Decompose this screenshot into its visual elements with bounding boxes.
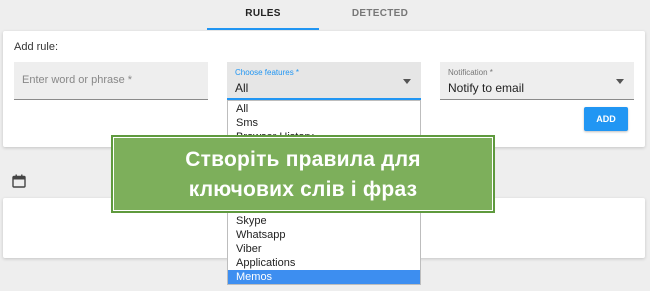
chevron-down-icon[interactable] (403, 79, 411, 84)
promo-banner: Створіть правила для ключових слів і фра… (111, 135, 495, 213)
dropdown-option-viber[interactable]: Viber (228, 242, 420, 256)
add-rule-label: Add rule: (14, 41, 59, 53)
calendar-icon[interactable] (12, 174, 26, 188)
banner-line-1: Створіть правила для (185, 148, 421, 171)
word-phrase-input[interactable]: Enter word or phrase * (14, 62, 208, 100)
banner-line-2: ключових слів і фраз (188, 178, 418, 201)
tab-detected-keywords[interactable]: DETECTED KEYWORDS (320, 0, 440, 47)
dropdown-option-sms[interactable]: Sms (228, 116, 420, 130)
dropdown-option-all[interactable]: All (228, 102, 420, 116)
features-select-label: Choose features * (235, 68, 300, 77)
features-select[interactable]: Choose features * All (227, 62, 421, 100)
chevron-down-icon[interactable] (616, 79, 624, 84)
dropdown-option-whatsapp[interactable]: Whatsapp (228, 228, 420, 242)
add-button[interactable]: ADD (584, 107, 628, 131)
notification-select-value: Notify to email (448, 81, 525, 95)
notification-select[interactable]: Notification * Notify to email (440, 62, 634, 100)
word-phrase-placeholder: Enter word or phrase * (22, 74, 133, 86)
tab-bar: RULES DETECTED KEYWORDS (0, 0, 650, 47)
notification-select-label: Notification * (448, 68, 493, 77)
dropdown-option-memos[interactable]: Memos (228, 270, 420, 284)
dropdown-option-skype[interactable]: Skype (228, 214, 420, 228)
features-select-value: All (235, 81, 249, 95)
dropdown-option-applications[interactable]: Applications (228, 256, 420, 270)
tab-rules[interactable]: RULES (207, 0, 319, 30)
